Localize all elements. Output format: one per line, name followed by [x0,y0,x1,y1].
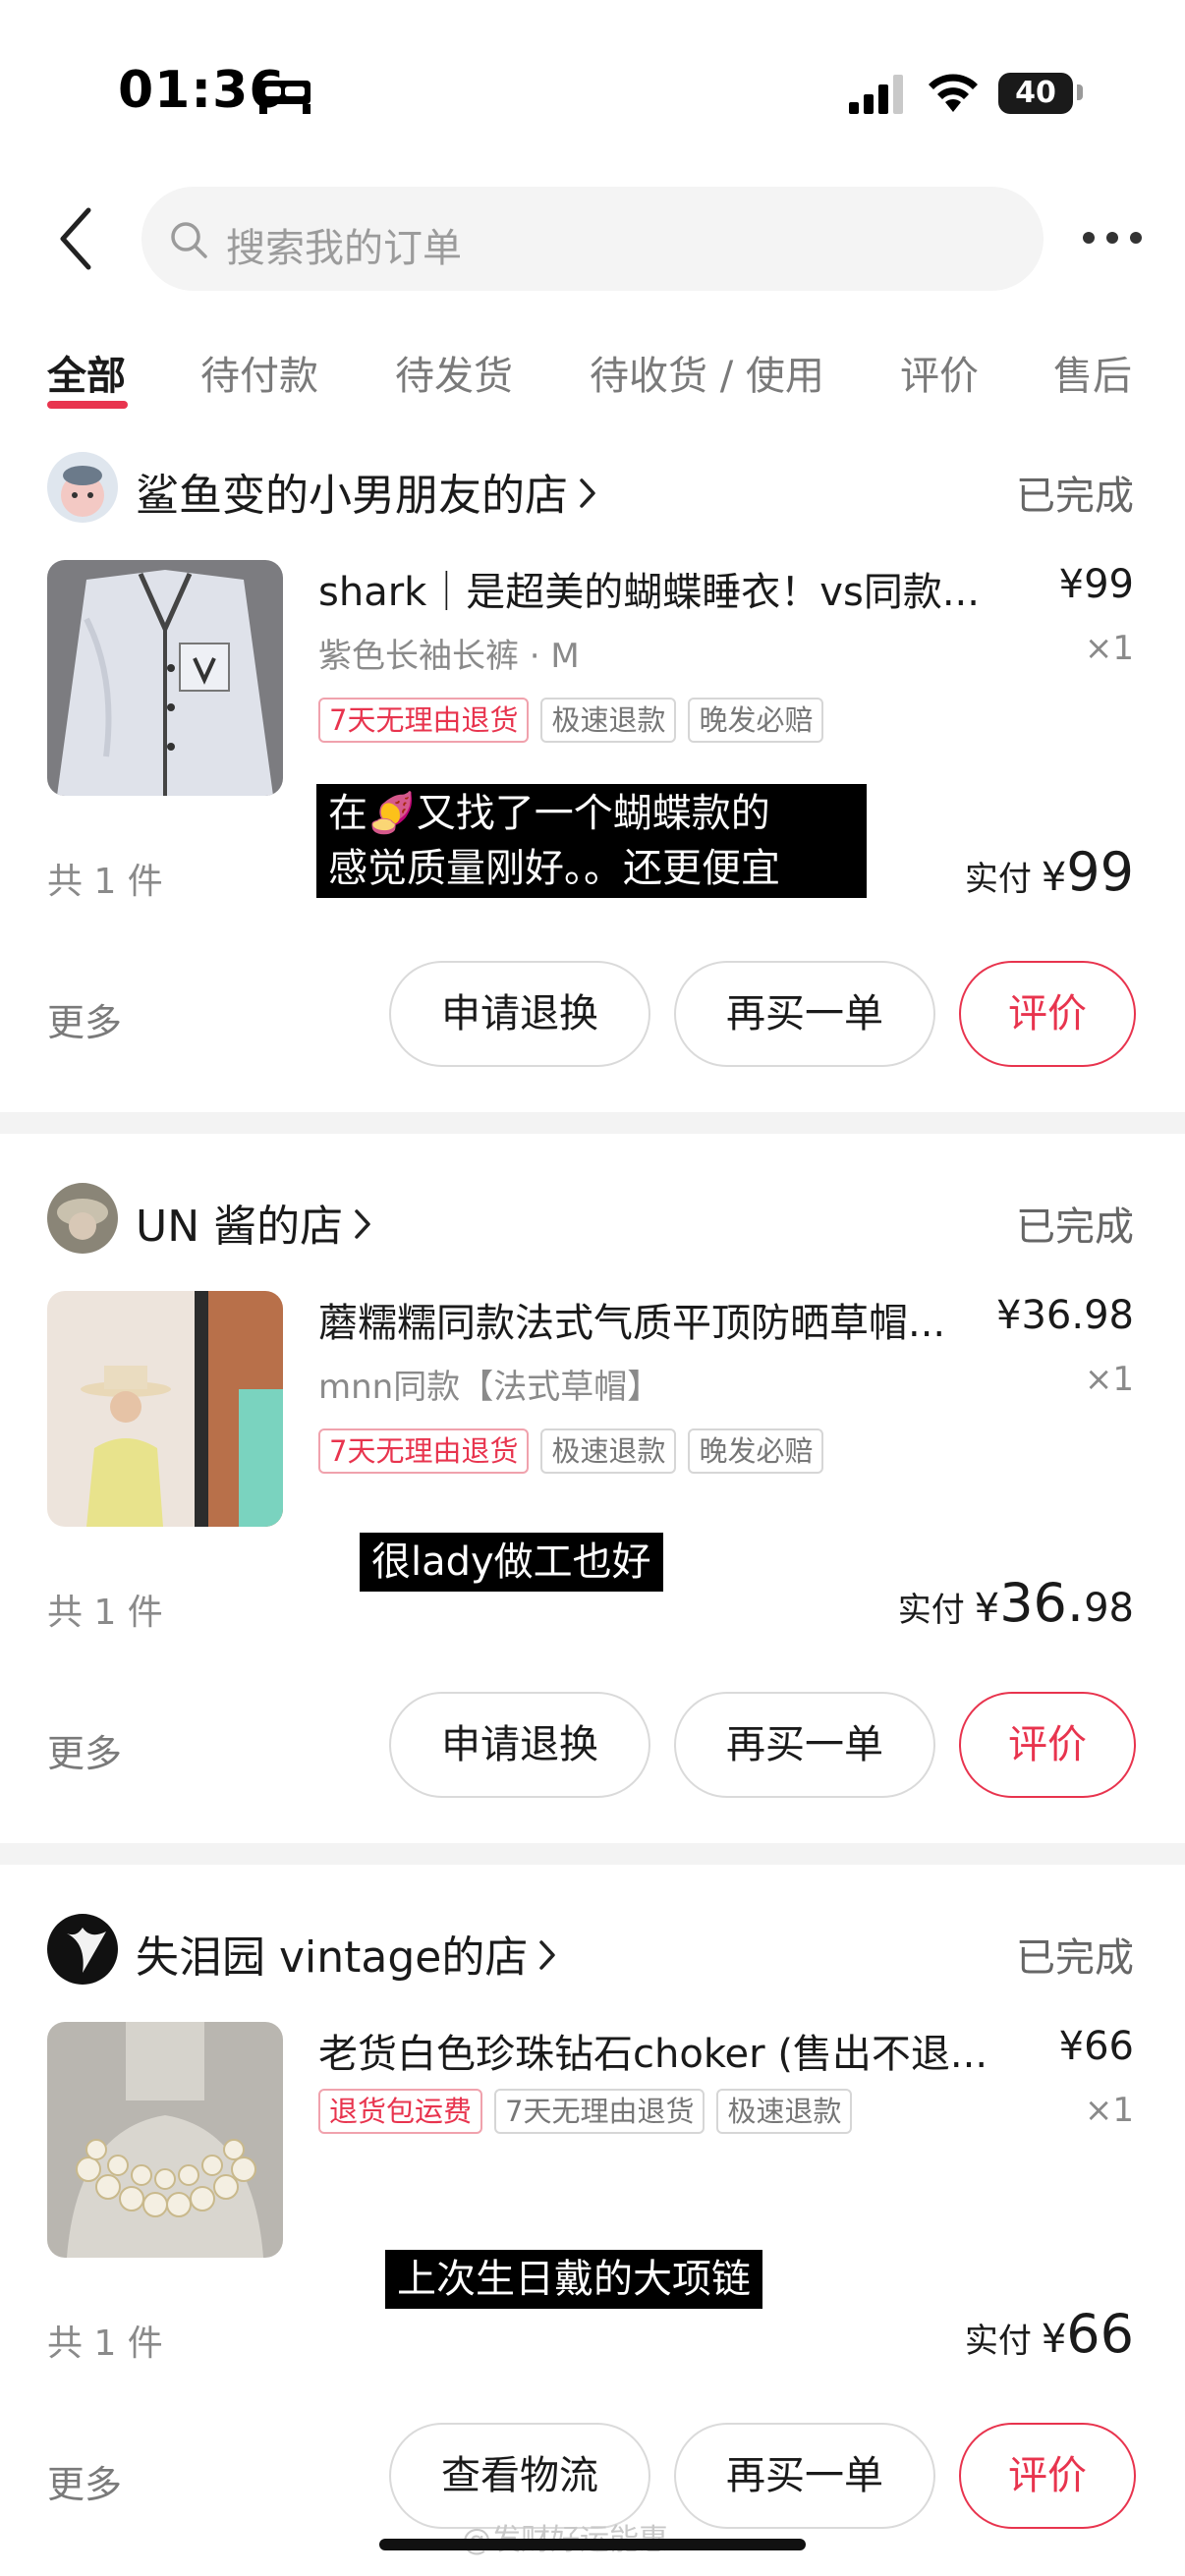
paid-currency: ¥ [1041,2317,1067,2362]
request-return-button[interactable]: 申请退换 [389,1692,650,1798]
section-divider [0,1112,1185,1134]
order-card: 失泪园 vintage的店 已完成 老货白色珍珠钻石choker (售出不退..… [0,1914,1185,2576]
battery-indicator: 40 [998,73,1073,114]
tag-late-compensation: 晚发必赔 [688,698,824,743]
request-return-button[interactable]: 申请退换 [389,961,650,1067]
service-tags: 7天无理由退货 极速退款 晚发必赔 [318,698,824,743]
buy-again-button[interactable]: 再买一单 [674,1692,935,1798]
more-link[interactable]: 更多 [47,992,122,1046]
search-icon [171,222,207,258]
tab-pending-shipment[interactable]: 待发货 [395,344,513,401]
paid-integer: 36. [999,1572,1085,1634]
section-divider [0,1843,1185,1865]
paid-integer: 99 [1066,841,1134,903]
active-tab-indicator [47,401,128,409]
tab-after-sales[interactable]: 售后 [1053,344,1132,401]
search-placeholder: 搜索我的订单 [226,226,462,271]
more-options-icon[interactable] [1083,232,1142,246]
tag-free-return-shipping: 退货包运费 [318,2089,483,2134]
caption-line: 感觉质量刚好。。还更便宜 [328,846,780,891]
product-price: ¥99 [1058,562,1134,607]
chevron-right-icon [355,1209,370,1239]
more-link[interactable]: 更多 [47,1723,122,1777]
back-arrow-icon[interactable] [51,204,100,273]
search-input[interactable]: 搜索我的订单 [141,187,1044,291]
product-image-pearl-choker[interactable] [47,2022,283,2258]
product-quantity: ×1 [1084,1360,1134,1399]
shop-avatar[interactable] [47,452,118,523]
chevron-right-icon [539,1940,556,1970]
product-image-straw-hat[interactable] [47,1291,283,1527]
paid-label: 实付 [964,860,1032,899]
tag-7day-return: 7天无理由退货 [318,698,530,743]
order-tabs: 全部 待付款 待发货 待收货 / 使用 评价 售后 [0,334,1185,422]
status-bar: 01:36 40 [0,0,1185,187]
chevron-right-icon [580,478,595,508]
service-tags: 退货包运费 7天无理由退货 极速退款 [318,2089,853,2134]
product-image-pajamas[interactable] [47,560,283,796]
overlay-caption: 在🍠又找了一个蝴蝶款的 感觉质量刚好。。还更便宜 [316,784,867,898]
paid-currency: ¥ [1041,855,1067,900]
more-link[interactable]: 更多 [47,2454,122,2508]
service-tags: 7天无理由退货 极速退款 晚发必赔 [318,1428,824,1474]
overlay-caption: 上次生日戴的大项链 [385,2250,762,2309]
shop-name[interactable]: 失泪园 vintage的店 [136,1922,557,1985]
tab-pending-receipt[interactable]: 待收货 / 使用 [590,344,824,401]
review-button[interactable]: 评价 [959,2423,1136,2529]
paid-label: 实付 [964,2322,1032,2361]
paid-currency: ¥ [974,1586,1000,1631]
shop-avatar[interactable] [47,1914,118,1985]
product-quantity: ×1 [1084,629,1134,668]
tag-fast-refund: 极速退款 [540,1428,677,1474]
tab-review[interactable]: 评价 [900,344,979,401]
order-status: 已完成 [1016,474,1134,519]
tab-all[interactable]: 全部 [47,344,126,401]
shop-name[interactable]: 鲨鱼变的小男朋友的店 [136,460,597,523]
shop-name[interactable]: UN 酱的店 [136,1191,372,1254]
order-card: 鲨鱼变的小男朋友的店 已完成 shark｜是超美的蝴蝶睡衣！vs同款... ¥9… [0,452,1185,1179]
tag-7day-return: 7天无理由退货 [318,1428,530,1474]
tab-pending-payment[interactable]: 待付款 [200,344,318,401]
paid-label: 实付 [897,1591,965,1630]
tag-late-compensation: 晚发必赔 [688,1428,824,1474]
tag-fast-refund: 极速退款 [540,698,677,743]
paid-amount: 实付 ¥99 [965,841,1134,903]
review-button[interactable]: 评价 [959,961,1136,1067]
paid-integer: 66 [1066,2303,1134,2365]
buy-again-button[interactable]: 再买一单 [674,961,935,1067]
review-button[interactable]: 评价 [959,1692,1136,1798]
caption-line: 很lady做工也好 [371,1540,651,1585]
buy-again-button[interactable]: 再买一单 [674,2423,935,2529]
product-price: ¥66 [1058,2024,1134,2069]
order-status: 已完成 [1016,1204,1134,1250]
product-title[interactable]: 老货白色珍珠钻石choker (售出不退... [318,2022,1026,2079]
shop-avatar[interactable] [47,1183,118,1254]
caption-line: 上次生日戴的大项链 [397,2257,751,2302]
item-count: 共 1 件 [47,1593,163,1633]
view-logistics-button[interactable]: 查看物流 [389,2423,650,2529]
watermark: @发财好运能惠 [462,2515,668,2558]
product-price: ¥36.98 [996,1293,1134,1338]
item-count: 共 1 件 [47,2324,163,2364]
product-title[interactable]: shark｜是超美的蝴蝶睡衣！vs同款... [318,560,1026,617]
product-title[interactable]: 蘑糯糯同款法式气质平顶防晒草帽... [318,1291,1026,1348]
cellular-signal-icon [849,75,903,114]
tag-fast-refund: 极速退款 [716,2089,853,2134]
wifi-icon [929,74,978,112]
product-sku: mnn同款【法式草帽】 [318,1368,661,1407]
caption-line: 在🍠又找了一个蝴蝶款的 [328,791,770,836]
home-indicator[interactable] [379,2539,806,2550]
paid-amount: 实付 ¥66 [965,2303,1134,2365]
order-status: 已完成 [1016,1935,1134,1981]
battery-tip [1077,84,1083,100]
bed-icon [259,81,310,114]
order-card: UN 酱的店 已完成 蘑糯糯同款法式气质平顶防晒草帽... ¥36.98 mnn… [0,1183,1185,1910]
item-count: 共 1 件 [47,862,163,902]
overlay-caption: 很lady做工也好 [360,1533,663,1592]
product-sku: 紫色长袖长裤 · M [318,637,580,676]
tag-7day-return: 7天无理由退货 [494,2089,705,2134]
paid-amount: 实付 ¥36.98 [898,1572,1134,1634]
product-quantity: ×1 [1084,2091,1134,2130]
paid-decimal: 98 [1084,1586,1134,1631]
